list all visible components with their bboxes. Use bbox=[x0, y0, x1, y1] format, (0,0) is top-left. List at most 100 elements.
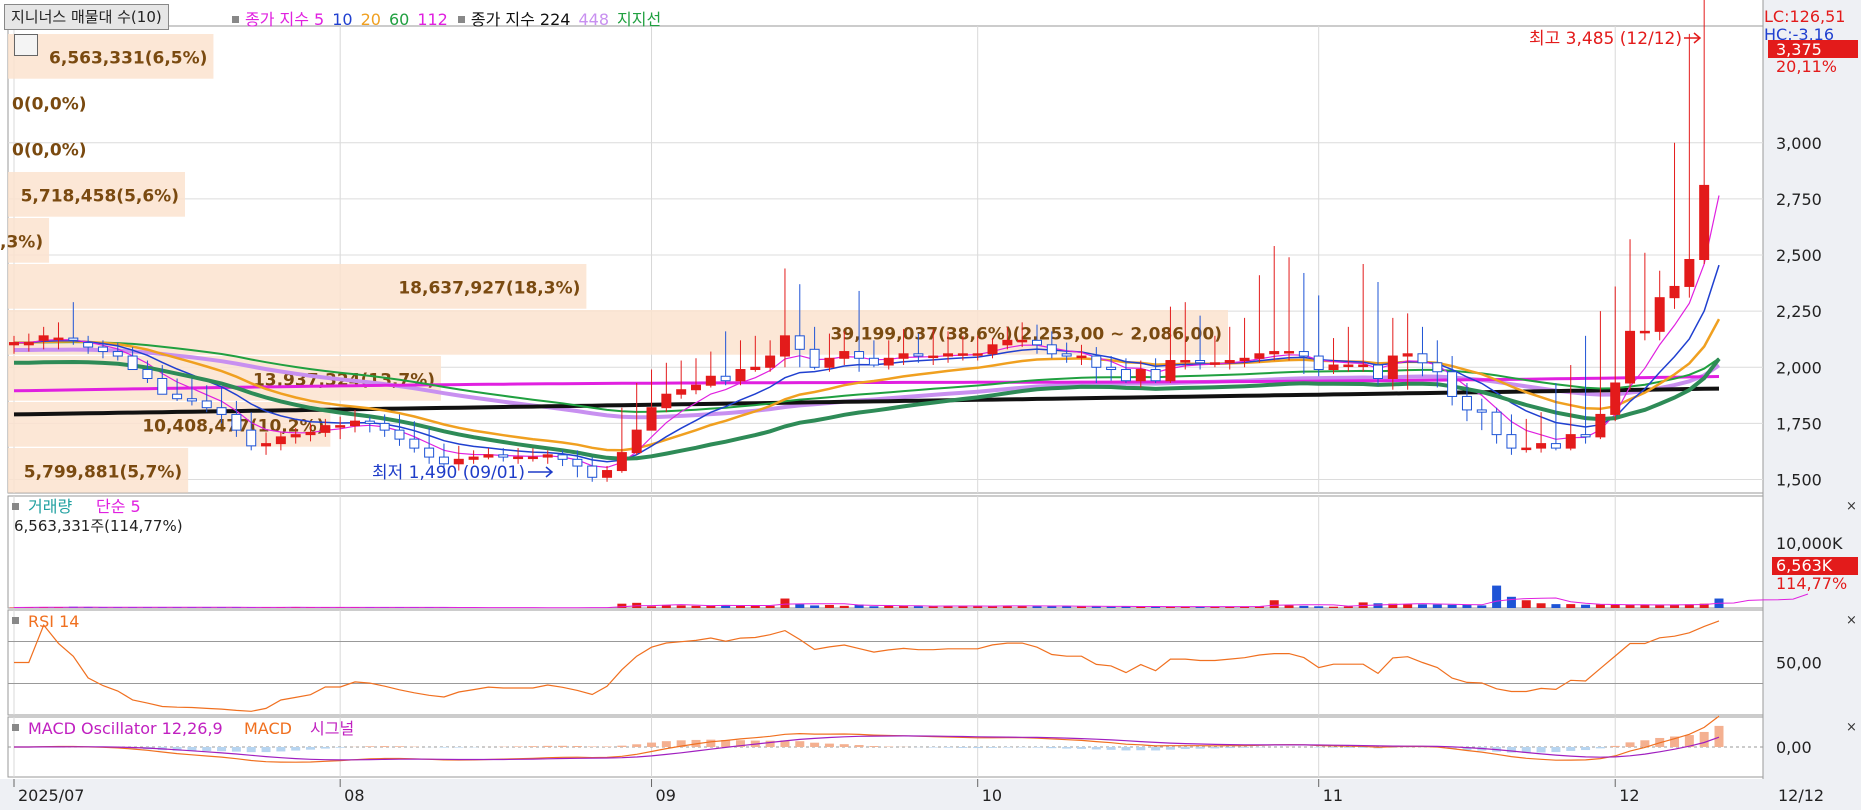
signal-label: 시그널 bbox=[310, 719, 354, 738]
candle-body bbox=[275, 436, 286, 445]
candle-body bbox=[587, 465, 598, 478]
candle-body bbox=[824, 357, 835, 368]
candle-body bbox=[1447, 371, 1458, 397]
rsi-title: RSI 14 bbox=[28, 612, 79, 631]
candle-body bbox=[1150, 369, 1161, 382]
candle-body bbox=[23, 342, 34, 346]
candle-body bbox=[1595, 413, 1606, 438]
volume-bar bbox=[1329, 606, 1339, 608]
macd-oscillator-bar bbox=[217, 747, 227, 752]
candle-body bbox=[1135, 369, 1146, 382]
macd-oscillator-bar bbox=[943, 747, 953, 748]
current-change-label: 20,11% bbox=[1776, 57, 1837, 76]
macd-oscillator-bar bbox=[246, 747, 256, 753]
candle-body bbox=[1239, 357, 1250, 362]
volume-bar bbox=[1655, 605, 1665, 608]
candle-body bbox=[809, 348, 820, 368]
x-axis-end-label: 12/12 bbox=[1778, 786, 1824, 805]
volume-bar bbox=[735, 605, 745, 608]
candle-body bbox=[972, 353, 983, 356]
macd-oscillator-bar bbox=[1047, 747, 1057, 749]
macd-tick-label: 0,00 bbox=[1776, 738, 1812, 757]
candle-body bbox=[350, 420, 360, 427]
macd-oscillator-bar bbox=[543, 745, 553, 747]
macd-oscillator-bar bbox=[1240, 747, 1250, 748]
volume-title: 거래량 bbox=[28, 497, 72, 516]
macd-oscillator-bar bbox=[1329, 747, 1339, 748]
volume-bar bbox=[884, 605, 894, 608]
candle-body bbox=[1550, 443, 1561, 449]
candle-body bbox=[1536, 443, 1547, 449]
candle-body bbox=[1476, 409, 1487, 413]
candle-body bbox=[1432, 362, 1443, 373]
current-volume-label: 6,563K bbox=[1776, 556, 1833, 575]
candle-body bbox=[765, 355, 776, 368]
macd-oscillator-bar bbox=[1314, 747, 1324, 748]
candle-body bbox=[379, 422, 390, 431]
volume-bar bbox=[1284, 605, 1294, 608]
price-tick-label: 1,500 bbox=[1776, 471, 1822, 490]
candle-body bbox=[53, 337, 64, 341]
legend-item: 112 bbox=[417, 10, 448, 29]
candle-body bbox=[928, 355, 939, 359]
candle-body bbox=[1506, 434, 1517, 449]
volume-bar bbox=[1343, 606, 1353, 608]
macd-oscillator-bar bbox=[810, 742, 820, 747]
macd-oscillator-bar bbox=[1076, 747, 1086, 749]
macd-oscillator-bar bbox=[1136, 747, 1146, 751]
macd-oscillator-bar bbox=[824, 743, 834, 747]
candle-body bbox=[542, 454, 553, 458]
macd-oscillator-bar bbox=[839, 744, 849, 747]
macd-oscillator-bar bbox=[647, 742, 657, 747]
macd-oscillator-bar bbox=[558, 745, 568, 747]
volume-bar bbox=[1447, 604, 1457, 608]
candle-body bbox=[616, 452, 627, 472]
candle-body bbox=[83, 342, 94, 348]
candle-body bbox=[186, 398, 197, 402]
candle-body bbox=[1610, 382, 1621, 415]
stock-name-selector[interactable]: 지니너스 매물대 수(10) bbox=[4, 4, 169, 30]
candle-body bbox=[1343, 364, 1354, 368]
candle-body bbox=[1046, 344, 1057, 355]
candle-body bbox=[290, 434, 301, 438]
macd-oscillator-bar bbox=[1062, 747, 1072, 749]
candle-body bbox=[364, 420, 375, 424]
candle-body bbox=[1224, 360, 1235, 364]
volume-bar bbox=[1551, 604, 1561, 608]
volume-bar bbox=[1506, 596, 1516, 608]
candle-body bbox=[261, 443, 272, 447]
volume-bar bbox=[839, 605, 849, 608]
candle-body bbox=[1017, 339, 1028, 343]
candle-body bbox=[1373, 364, 1383, 379]
macd-oscillator-bar bbox=[202, 747, 212, 752]
volume-bar bbox=[1403, 604, 1413, 608]
candle-body bbox=[1669, 285, 1680, 299]
legend-marker-icon bbox=[232, 16, 239, 23]
macd-oscillator-bar bbox=[1566, 747, 1576, 751]
price-tick-label: 2,250 bbox=[1776, 302, 1822, 321]
stock-chart[interactable]: 6,563,331(6,5%) 0(0,0%) 0(0,0%) 5,718,458(5… bbox=[0, 0, 1861, 810]
volume-bar bbox=[676, 605, 686, 608]
candle-body bbox=[1254, 353, 1265, 359]
candle-body bbox=[735, 369, 746, 382]
price-tick-label: 2,000 bbox=[1776, 358, 1822, 377]
candle-body bbox=[987, 344, 998, 355]
macd-label: MACD bbox=[244, 719, 292, 738]
volume-bar bbox=[1047, 606, 1057, 608]
candle-body bbox=[868, 357, 879, 366]
macd-oscillator-bar bbox=[231, 747, 241, 752]
legend-item: 10 bbox=[332, 10, 353, 29]
macd-oscillator-bar bbox=[661, 741, 671, 747]
volume-bar bbox=[1373, 603, 1383, 608]
legend-item: 종가 지수 5 bbox=[245, 10, 325, 29]
volume-bar bbox=[1581, 604, 1591, 608]
candle-body bbox=[68, 337, 79, 341]
calculator-icon[interactable] bbox=[14, 34, 38, 56]
legend-marker-icon bbox=[457, 16, 465, 23]
macd-oscillator-bar bbox=[602, 746, 612, 747]
candle-body bbox=[201, 400, 212, 409]
candle-body bbox=[1106, 366, 1117, 371]
macd-oscillator-bar bbox=[1699, 731, 1709, 747]
macd-oscillator-bar bbox=[988, 747, 998, 748]
macd-oscillator-bar bbox=[306, 747, 316, 750]
